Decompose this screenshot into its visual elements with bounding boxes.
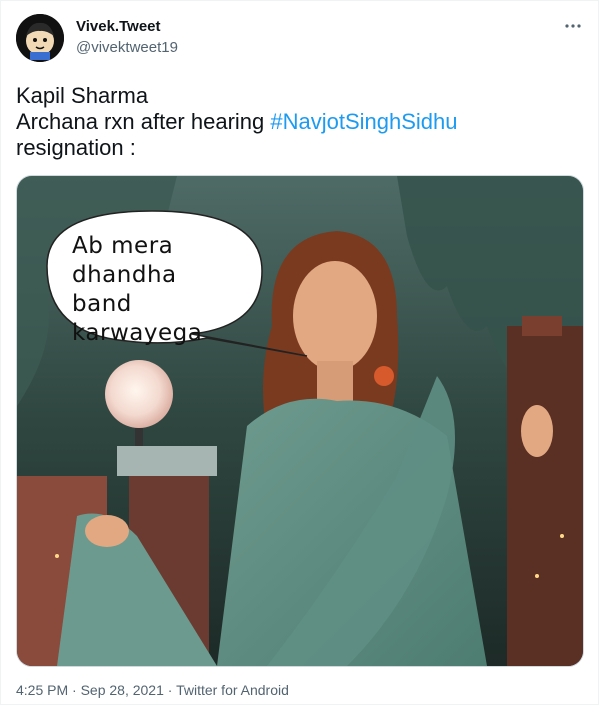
more-horizontal-icon	[565, 24, 581, 28]
tweet-timestamp-source[interactable]: 4:25 PM · Sep 28, 2021 · Twitter for And…	[16, 682, 289, 698]
avatar[interactable]	[16, 14, 64, 62]
tweet-line-2: Archana rxn after hearing #NavjotSinghSi…	[16, 109, 576, 135]
tweet-line-2-text: Archana rxn after hearing	[16, 109, 271, 134]
more-options-button[interactable]	[560, 16, 586, 36]
author-display-name[interactable]: Vivek.Tweet	[76, 18, 161, 35]
bubble-line-1: Ab mera	[72, 233, 174, 259]
author-handle[interactable]: @vivektweet19	[76, 39, 178, 56]
bubble-line-4: karwayega	[72, 320, 203, 346]
tweet-text: Kapil Sharma Archana rxn after hearing #…	[16, 83, 576, 161]
speech-bubble-text: Ab mera dhandha band karwayega	[72, 232, 242, 348]
bubble-line-3: band	[72, 291, 132, 317]
tweet-line-1: Kapil Sharma	[16, 83, 149, 108]
bubble-line-2: dhandha	[72, 262, 177, 288]
hashtag-link[interactable]: #NavjotSinghSidhu	[270, 109, 457, 134]
tweet-line-3: resignation :	[16, 135, 136, 160]
